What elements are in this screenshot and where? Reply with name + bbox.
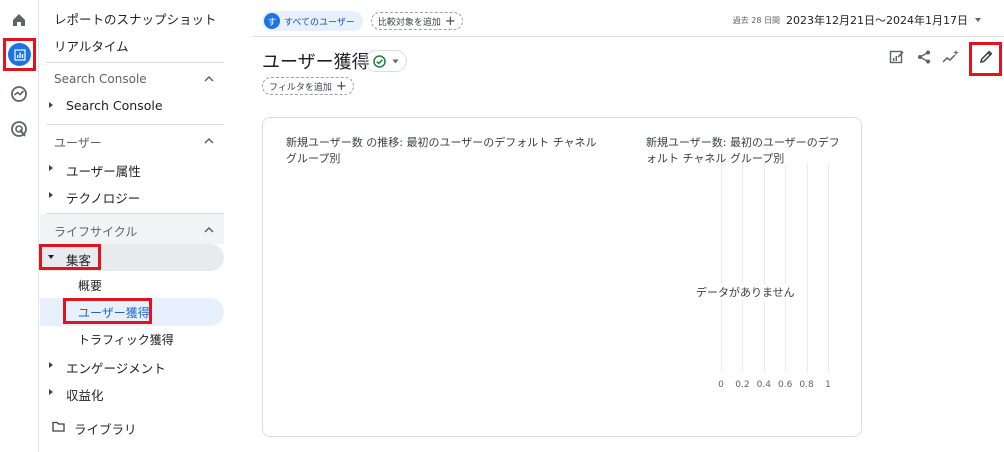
add-comparison-button[interactable]: 比較対象を追加 + bbox=[370, 12, 463, 30]
chevron-up-icon[interactable] bbox=[204, 74, 214, 84]
date-range-picker[interactable]: 過去 28 日間 2023年12月21日～2024年1月17日 bbox=[733, 12, 982, 28]
x-tick-label: 0.8 bbox=[799, 380, 814, 390]
caret-right-icon bbox=[49, 165, 53, 171]
sidebar-item-overview[interactable]: 概要 bbox=[78, 277, 102, 294]
insights-icon[interactable] bbox=[942, 48, 960, 66]
explore-icon[interactable] bbox=[8, 83, 30, 105]
sidebar-item-demographics[interactable]: ユーザー属性 bbox=[66, 161, 141, 180]
plus-icon: + bbox=[444, 13, 456, 29]
home-icon[interactable] bbox=[8, 9, 30, 31]
x-gridline bbox=[828, 163, 829, 373]
x-gridline bbox=[742, 163, 744, 373]
trend-chart-title: 新規ユーザー数 の推移: 最初のユーザーのデフォルト チャネルグループ別 bbox=[286, 136, 597, 165]
advertising-icon[interactable] bbox=[8, 118, 30, 140]
caret-right-icon bbox=[49, 389, 53, 395]
caret-right-icon bbox=[49, 192, 53, 198]
add-filter-button[interactable]: フィルタを追加 + bbox=[262, 77, 354, 95]
reports-icon[interactable] bbox=[8, 43, 31, 66]
add-filter-label: フィルタを追加 bbox=[269, 82, 332, 93]
section-lifecycle[interactable]: ライフサイクル bbox=[54, 223, 137, 240]
sidebar-item-monetization[interactable]: 収益化 bbox=[66, 385, 104, 404]
x-gridline bbox=[763, 163, 765, 373]
sidebar-item-traffic-acquisition[interactable]: トラフィック獲得 bbox=[78, 331, 174, 348]
chevron-down-icon bbox=[975, 18, 981, 22]
nav-rail bbox=[0, 0, 39, 452]
segment-avatar: す bbox=[264, 13, 280, 29]
customize-report-icon[interactable] bbox=[888, 48, 906, 66]
report-sidebar: レポートのスナップショット リアルタイム Search Console Sear… bbox=[39, 0, 224, 452]
x-tick-label: 0 bbox=[718, 380, 724, 390]
bar-chart-title: 新規ユーザー数: 最初のユーザーのデフォルト チャネル グループ別 bbox=[646, 136, 840, 165]
segment-label: すべてのユーザー bbox=[284, 17, 355, 28]
chevron-down-icon bbox=[392, 59, 399, 63]
report-status-dropdown[interactable] bbox=[365, 50, 407, 72]
sidebar-item-snapshot[interactable]: レポートのスナップショット bbox=[54, 9, 217, 28]
section-search-console[interactable]: Search Console bbox=[54, 72, 147, 86]
plus-icon: + bbox=[335, 78, 347, 94]
comparison-bar: す すべてのユーザー 比較対象を追加 + bbox=[262, 11, 463, 31]
sidebar-item-technology[interactable]: テクノロジー bbox=[66, 188, 140, 207]
x-tick-label: 0.4 bbox=[756, 380, 771, 390]
sidebar-item-acquisition[interactable]: 集客 bbox=[66, 250, 91, 269]
folder-icon bbox=[52, 421, 65, 432]
header-divider bbox=[252, 36, 1004, 37]
x-tick-label: 1 bbox=[825, 380, 831, 390]
sidebar-item-user-acquisition[interactable]: ユーザー獲得 bbox=[78, 304, 150, 321]
caret-down-icon bbox=[48, 255, 54, 259]
add-comparison-label: 比較対象を追加 bbox=[377, 17, 441, 28]
sidebar-item-realtime[interactable]: リアルタイム bbox=[54, 36, 129, 55]
check-circle-icon bbox=[373, 54, 386, 68]
sidebar-item-search-console[interactable]: Search Console bbox=[66, 98, 163, 113]
x-tick-label: 0.2 bbox=[735, 380, 750, 390]
date-range-value: 2023年12月21日～2024年1月17日 bbox=[786, 14, 968, 27]
section-user[interactable]: ユーザー bbox=[54, 134, 102, 151]
reports-nav-highlight[interactable] bbox=[3, 38, 36, 71]
caret-right-icon bbox=[49, 102, 53, 108]
share-icon[interactable] bbox=[915, 48, 933, 66]
caret-right-icon bbox=[49, 362, 53, 368]
date-range-preset: 過去 28 日間 bbox=[732, 15, 781, 25]
chart-card: 新規ユーザー数 の推移: 最初のユーザーのデフォルト チャネルグループ別 新規ユ… bbox=[262, 117, 862, 437]
no-data-message: データがありません bbox=[694, 284, 797, 300]
sidebar-divider bbox=[46, 62, 224, 63]
segment-chip[interactable]: す すべてのユーザー bbox=[262, 11, 363, 31]
chevron-up-icon[interactable] bbox=[204, 136, 214, 146]
sidebar-item-engagement[interactable]: エンゲージメント bbox=[66, 358, 166, 377]
x-gridline bbox=[806, 163, 808, 373]
x-gridline bbox=[721, 163, 722, 373]
sidebar-divider bbox=[46, 124, 224, 125]
page-title: ユーザー獲得 bbox=[262, 52, 370, 73]
x-tick-label: 0.6 bbox=[778, 380, 793, 390]
sidebar-item-library[interactable]: ライブラリ bbox=[74, 419, 137, 438]
chevron-up-icon[interactable] bbox=[204, 225, 214, 235]
x-gridline bbox=[785, 163, 787, 373]
edit-pencil-icon[interactable] bbox=[977, 48, 995, 66]
